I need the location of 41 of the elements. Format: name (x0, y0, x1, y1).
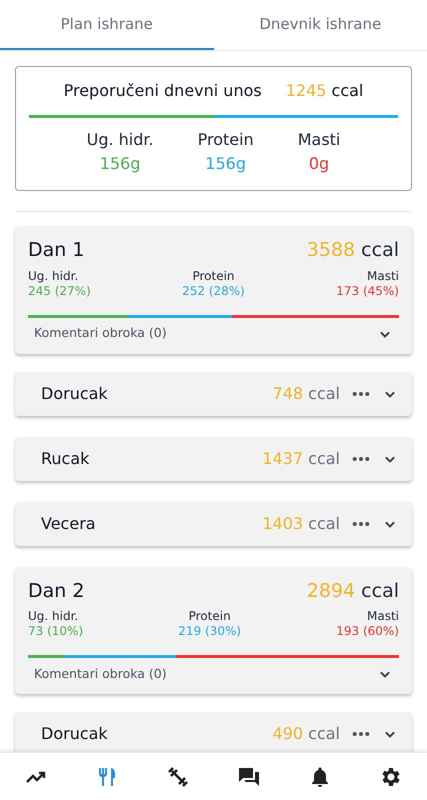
macro-value: 245 (27%) (28, 284, 91, 298)
dumbbell-icon[interactable] (166, 764, 190, 788)
calorie-value: 748 ccal (272, 382, 340, 404)
macro-value: 252 (28%) (182, 284, 245, 298)
calorie-value: 2894 ccal (306, 578, 399, 604)
macro-value: 193 (60%) (336, 624, 399, 639)
more-icon[interactable] (352, 456, 370, 462)
calorie-value: 1245 ccal (286, 80, 364, 102)
more-icon[interactable] (352, 731, 370, 737)
calorie-value: 3588 ccal (306, 238, 399, 263)
meal-name: Vecera (41, 512, 97, 534)
macro-label: Masti (367, 609, 399, 624)
macro-label: Ug. hidr. (28, 268, 78, 284)
macro-label: Ug. hidr. (28, 609, 78, 624)
tab[interactable]: Dnevnik ishrane (214, 0, 427, 50)
calorie-value: 1403 ccal (262, 512, 340, 534)
more-icon[interactable] (352, 390, 370, 396)
macro-value: 219 (30%) (178, 624, 242, 639)
macro-label: Protein (198, 129, 254, 151)
macro-label: Protein (188, 609, 231, 624)
meal-name: Dorucak (41, 723, 109, 745)
macro-value: 0g (308, 153, 330, 175)
more-icon[interactable] (352, 520, 370, 526)
comments-label: Komentari obroka (0) (34, 664, 167, 683)
macro-value: 156g (100, 153, 140, 175)
calorie-value: 490 ccal (272, 723, 340, 745)
meal-name: Dorucak (41, 382, 109, 404)
tab[interactable]: Plan ishrane (0, 0, 214, 50)
macro-label: Ug. hidr. (86, 129, 154, 151)
calorie-value: 1437 ccal (262, 448, 340, 470)
macro-label: Masti (366, 268, 399, 284)
day-title: Dan 2 (28, 578, 84, 604)
meal-name: Rucak (41, 448, 90, 470)
comments-label: Komentari obroka (0) (34, 324, 167, 342)
macro-value: 156g (205, 153, 246, 175)
macro-value: 173 (45%) (336, 284, 399, 298)
day-title: Dan 1 (28, 238, 84, 263)
summary-label: Preporučeni dnevni unos (64, 80, 262, 102)
macro-value: 73 (10%) (28, 624, 84, 639)
macro-label: Protein (192, 268, 235, 284)
macro-label: Masti (298, 129, 340, 151)
